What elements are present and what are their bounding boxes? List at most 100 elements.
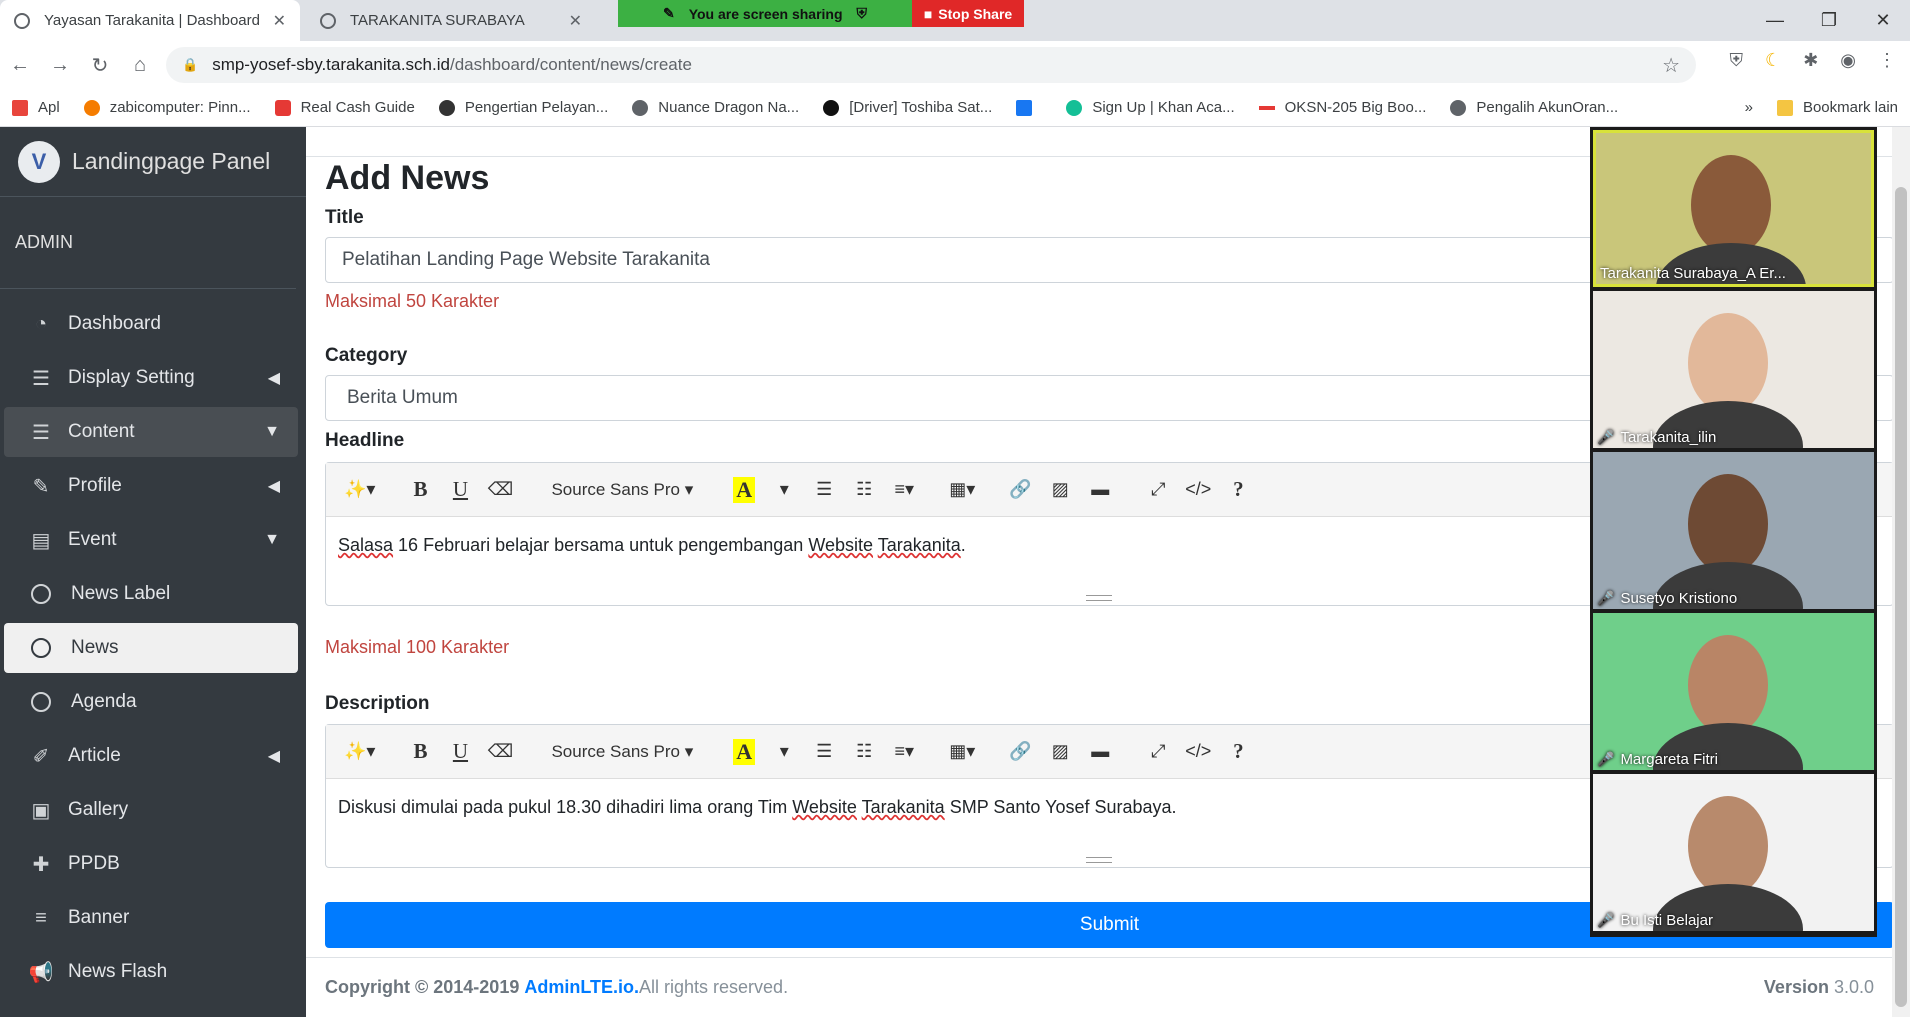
eraser-icon[interactable]: ⌫	[483, 735, 517, 769]
bookmark-item[interactable]: Nuance Dragon Na...	[632, 99, 799, 116]
scrollbar-thumb[interactable]	[1895, 187, 1907, 1007]
profile-avatar[interactable]: ◉	[1840, 50, 1856, 71]
underline-icon[interactable]: U	[443, 473, 477, 507]
minimize-icon[interactable]: —	[1748, 0, 1802, 41]
stop-share-label: Stop Share	[938, 5, 1013, 22]
page-scrollbar[interactable]	[1892, 127, 1910, 1017]
sidebar-item-news[interactable]: News	[4, 623, 298, 673]
back-icon[interactable]: ←	[0, 54, 40, 77]
url-path: /dashboard/content/news/create	[449, 55, 692, 74]
bookmark-item[interactable]: Sign Up | Khan Aca...	[1066, 99, 1235, 116]
tab-tarakanita-surabaya[interactable]: TARAKANITA SURABAYA ✕	[306, 0, 596, 41]
url-input[interactable]: 🔒 smp-yosef-sby.tarakanita.sch.id/dashbo…	[166, 47, 1696, 83]
color-dropdown-icon[interactable]: ▾	[767, 735, 801, 769]
magic-wand-icon[interactable]: ✨▾	[340, 473, 379, 507]
sidebar-item-banner[interactable]: ≡ Banner	[4, 893, 298, 943]
participant-video-tile[interactable]: 🎤 Margareta Fitri	[1593, 613, 1874, 770]
highlight-color-icon[interactable]: A	[727, 735, 761, 769]
font-family-dropdown[interactable]: Source Sans Pro ▾	[541, 735, 703, 769]
resize-handle[interactable]	[1086, 857, 1112, 863]
close-icon[interactable]: ✕	[569, 11, 582, 31]
sidebar-item-content[interactable]: ☰ Content ▼	[4, 407, 298, 457]
video-icon[interactable]: ▬	[1083, 735, 1117, 769]
numbered-list-icon[interactable]: ☷	[847, 473, 881, 507]
help-icon[interactable]: ?	[1221, 735, 1255, 769]
home-icon[interactable]: ⌂	[120, 54, 160, 77]
sidebar-item-ppdb[interactable]: ✚ PPDB	[4, 839, 298, 889]
bookmark-item[interactable]: Pengalih AkunOran...	[1450, 99, 1618, 116]
browser-tab-bar: Yayasan Tarakanita | Dashboard ✕ TARAKAN…	[0, 0, 1910, 41]
link-icon[interactable]: 🔗	[1003, 473, 1037, 507]
forward-icon[interactable]: →	[40, 54, 80, 77]
participant-video-tile[interactable]: 🎤 Bu Isti Belajar	[1593, 774, 1874, 931]
highlight-color-icon[interactable]: A	[727, 473, 761, 507]
sidebar-item-article[interactable]: ✐ Article ◀	[4, 731, 298, 781]
color-dropdown-icon[interactable]: ▾	[767, 473, 801, 507]
close-window-icon[interactable]: ✕	[1856, 0, 1910, 41]
participant-video-tile[interactable]: 🎤 Tarakanita_ilin	[1593, 291, 1874, 448]
sidebar-item-display-setting[interactable]: ☰ Display Setting ◀	[4, 353, 298, 403]
brand-link[interactable]: V Landingpage Panel	[0, 127, 306, 197]
underline-icon[interactable]: U	[443, 735, 477, 769]
text-span: SMP Santo Yosef Surabaya.	[944, 797, 1177, 817]
image-icon[interactable]: ▨	[1043, 735, 1077, 769]
bookmark-item[interactable]: Apl	[12, 99, 60, 116]
help-icon[interactable]: ?	[1221, 473, 1255, 507]
maximize-icon[interactable]: ❐	[1802, 0, 1856, 41]
tab-dashboard[interactable]: Yayasan Tarakanita | Dashboard ✕	[0, 0, 300, 41]
paragraph-align-icon[interactable]: ≡▾	[887, 735, 921, 769]
bookmark-item[interactable]: zabicomputer: Pinn...	[83, 99, 251, 116]
font-family-dropdown[interactable]: Source Sans Pro ▾	[541, 473, 703, 507]
table-icon[interactable]: ▦▾	[945, 473, 979, 507]
adminlte-link[interactable]: AdminLTE.io.	[524, 977, 639, 998]
stop-share-button[interactable]: ■ Stop Share	[912, 0, 1024, 27]
sidebar-item-gallery[interactable]: ▣ Gallery	[4, 785, 298, 835]
bold-icon[interactable]: B	[403, 473, 437, 507]
image-icon[interactable]: ▨	[1043, 473, 1077, 507]
fullscreen-icon[interactable]: ⤢	[1141, 473, 1175, 507]
participant-video-tile[interactable]: 🎤 Susetyo Kristiono	[1593, 452, 1874, 609]
bookmark-item[interactable]: Pengertian Pelayan...	[438, 99, 608, 116]
bookmark-item[interactable]	[1016, 99, 1042, 116]
video-icon[interactable]: ▬	[1083, 473, 1117, 507]
participant-video-tile[interactable]: Tarakanita Surabaya_A Er...	[1593, 130, 1874, 287]
sidebar-item-dashboard[interactable]: ◔ Dashboard	[4, 299, 298, 349]
bookmark-item[interactable]: Real Cash Guide	[274, 99, 415, 116]
puzzle-extension-icon[interactable]: ✱	[1803, 50, 1818, 71]
fullscreen-icon[interactable]: ⤢	[1141, 735, 1175, 769]
bookmark-item[interactable]: [Driver] Toshiba Sat...	[823, 99, 992, 116]
sidebar-item-news-label[interactable]: News Label	[4, 569, 298, 619]
bold-icon[interactable]: B	[403, 735, 437, 769]
menu-kebab-icon[interactable]: ⋮	[1878, 50, 1896, 71]
table-icon[interactable]: ▦▾	[945, 735, 979, 769]
version-number: 3.0.0	[1828, 977, 1874, 997]
bookmark-star-icon[interactable]: ☆	[1662, 53, 1680, 78]
moon-extension-icon[interactable]: ☾	[1765, 50, 1781, 71]
resize-handle[interactable]	[1086, 595, 1112, 601]
other-bookmarks[interactable]: Bookmark lain	[1776, 99, 1898, 116]
more-bookmarks-chevron-icon[interactable]: »	[1745, 99, 1753, 116]
folder-icon	[1776, 99, 1793, 116]
code-view-icon[interactable]: </>	[1181, 473, 1215, 507]
sidebar-item-news-flash[interactable]: 📢 News Flash	[4, 947, 298, 997]
sidebar-item-agenda[interactable]: Agenda	[4, 677, 298, 727]
user-panel[interactable]: ADMIN	[0, 197, 296, 289]
blogger-icon	[83, 99, 100, 116]
bookmark-item[interactable]: OKSN-205 Big Boo...	[1258, 99, 1426, 116]
magic-wand-icon[interactable]: ✨▾	[340, 735, 379, 769]
bullet-list-icon[interactable]: ☰	[807, 735, 841, 769]
code-view-icon[interactable]: </>	[1181, 735, 1215, 769]
reload-icon[interactable]: ↻	[80, 53, 120, 78]
bullet-list-icon[interactable]: ☰	[807, 473, 841, 507]
numbered-list-icon[interactable]: ☷	[847, 735, 881, 769]
sidebar-item-profile[interactable]: ✎ Profile ◀	[4, 461, 298, 511]
eraser-icon[interactable]: ⌫	[483, 473, 517, 507]
close-icon[interactable]: ✕	[273, 11, 286, 31]
brand-logo: V	[18, 140, 60, 183]
sidebar-item-event[interactable]: ▤ Event ▼	[4, 515, 298, 565]
shield-extension-icon[interactable]: ⛨	[1730, 50, 1744, 71]
paragraph-align-icon[interactable]: ≡▾	[887, 473, 921, 507]
sharing-status-text: You are screen sharing	[688, 5, 843, 22]
bookmark-label: [Driver] Toshiba Sat...	[849, 99, 993, 116]
link-icon[interactable]: 🔗	[1003, 735, 1037, 769]
